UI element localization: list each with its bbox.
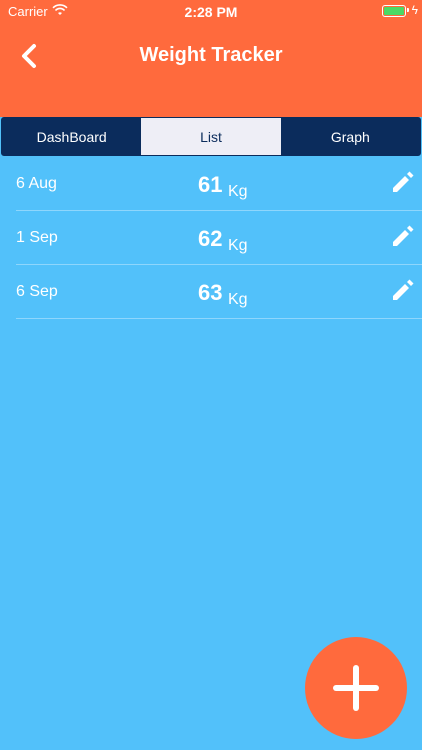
- entry-unit: Kg: [228, 291, 248, 308]
- entry-weight: 63: [198, 280, 223, 305]
- tab-dashboard[interactable]: DashBoard: [2, 118, 142, 155]
- entry-unit: Kg: [228, 237, 248, 254]
- page-title: Weight Tracker: [139, 44, 283, 66]
- battery-tip: [407, 8, 409, 12]
- tab-graph[interactable]: Graph: [280, 118, 420, 155]
- header-bar: Carrier 2:28 PM ϟ Weight Tracker: [0, 0, 422, 117]
- entry-date: 6 Aug: [16, 175, 57, 192]
- entry-weight: 62: [198, 226, 223, 251]
- list-item[interactable]: 6 Aug 61 Kg: [16, 157, 422, 211]
- charging-icon: ϟ: [411, 3, 418, 17]
- entry-weight: 61: [198, 172, 223, 197]
- entry-unit: Kg: [228, 183, 248, 200]
- battery-icon: [382, 5, 406, 17]
- list-item[interactable]: 1 Sep 62 Kg: [16, 211, 422, 265]
- weight-list: 6 Aug 61 Kg 1 Sep 62 Kg 6 Sep 63 Kg: [0, 157, 422, 319]
- pencil-icon[interactable]: [390, 277, 416, 303]
- pencil-icon[interactable]: [390, 169, 416, 195]
- pencil-icon[interactable]: [390, 223, 416, 249]
- entry-date: 6 Sep: [16, 283, 58, 300]
- add-entry-button[interactable]: [305, 637, 407, 739]
- status-time: 2:28 PM: [184, 4, 238, 20]
- plus-icon-vertical: [353, 665, 359, 711]
- entry-date: 1 Sep: [16, 229, 58, 246]
- status-bar: Carrier 2:28 PM ϟ: [0, 0, 422, 22]
- segmented-control: DashBoard List Graph: [1, 117, 421, 156]
- list-item[interactable]: 6 Sep 63 Kg: [16, 265, 422, 319]
- tab-list[interactable]: List: [141, 118, 281, 155]
